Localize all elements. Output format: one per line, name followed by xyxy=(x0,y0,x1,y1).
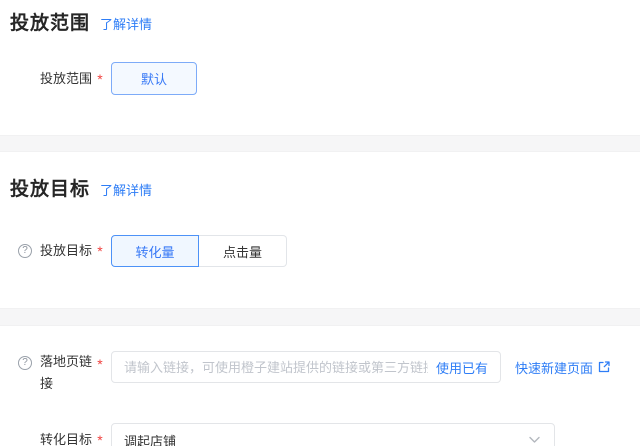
goal-header: 投放目标 了解详情 xyxy=(10,178,640,201)
landing-link-input[interactable] xyxy=(124,359,428,375)
tab-conversion-volume[interactable]: 转化量 xyxy=(111,235,199,267)
use-existing-link[interactable]: 使用已有 xyxy=(436,358,488,377)
section-divider xyxy=(0,135,640,152)
delivery-scope-section: 投放范围 了解详情 投放范围 * 默认 xyxy=(0,0,640,135)
tab-click-volume[interactable]: 点击量 xyxy=(199,235,287,267)
quick-create-page-link[interactable]: 快速新建页面 xyxy=(515,351,610,383)
required-mark: * xyxy=(97,243,103,259)
question-icon[interactable]: ? xyxy=(18,356,32,370)
goal-tab-group: 转化量 点击量 xyxy=(111,235,287,267)
landing-link-input-wrap: 使用已有 xyxy=(111,351,501,383)
landing-page-section: ? 落地页链接 * 使用已有 快速新建页面 转化目标 * 调起店铺 xyxy=(0,326,640,446)
scope-help-link[interactable]: 了解详情 xyxy=(100,14,152,33)
goal-field-row: ? 投放目标 * 转化量 点击量 xyxy=(0,235,640,267)
landing-link-label: 落地页链接 xyxy=(40,354,93,391)
question-icon[interactable]: ? xyxy=(18,244,32,258)
chevron-down-icon xyxy=(529,436,540,444)
landing-link-row: ? 落地页链接 * 使用已有 快速新建页面 xyxy=(0,351,640,395)
conversion-goal-row: 转化目标 * 调起店铺 xyxy=(0,423,640,446)
scope-field-row: 投放范围 * 默认 xyxy=(0,62,640,95)
scope-field-label: 投放范围 xyxy=(40,70,93,86)
goal-field-label: 投放目标 xyxy=(40,243,93,258)
required-mark: * xyxy=(97,70,103,87)
scope-default-button[interactable]: 默认 xyxy=(111,62,197,95)
scope-section-title: 投放范围 xyxy=(10,13,91,34)
goal-help-link[interactable]: 了解详情 xyxy=(100,180,152,199)
required-mark: * xyxy=(97,356,103,372)
goal-section-title: 投放目标 xyxy=(10,179,91,200)
conversion-goal-select[interactable]: 调起店铺 xyxy=(111,423,555,446)
external-link-icon xyxy=(598,361,610,373)
conversion-goal-selected-value: 调起店铺 xyxy=(124,433,177,446)
conversion-goal-label: 转化目标 xyxy=(40,432,93,446)
scope-header: 投放范围 了解详情 xyxy=(10,12,640,35)
required-mark: * xyxy=(97,432,103,446)
section-divider xyxy=(0,308,640,326)
quick-create-label: 快速新建页面 xyxy=(515,360,594,376)
delivery-goal-section: 投放目标 了解详情 ? 投放目标 * 转化量 点击量 xyxy=(0,152,640,308)
